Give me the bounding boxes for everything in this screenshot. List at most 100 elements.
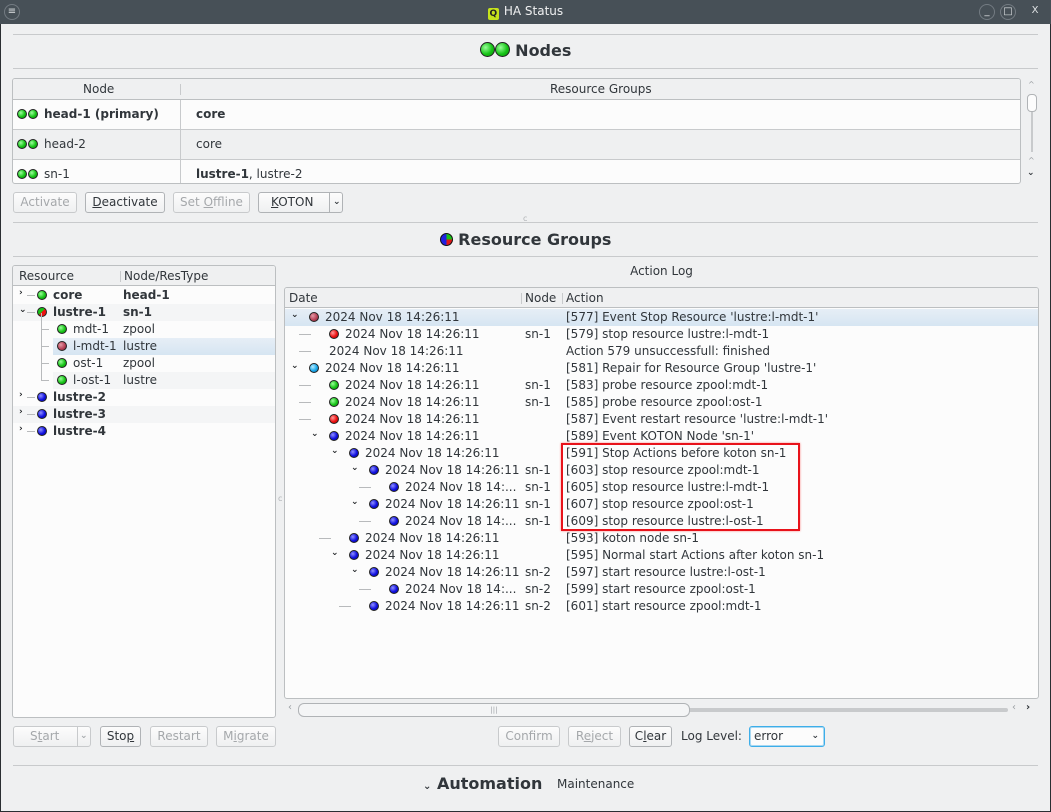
log-row[interactable]: ⌄ 2024 Nov 18 14:26:11 [581] Repair for Re… [285, 360, 1038, 377]
tree-item-mdt-1[interactable]: mdt-1 zpool [41, 313, 275, 338]
log-node: sn-1 [525, 395, 551, 409]
scroll-left-icon[interactable]: ‹ [288, 702, 292, 713]
chevron-down-icon[interactable]: ⌄ [291, 361, 299, 371]
log-row[interactable]: 2024 Nov 18 14:26:11 sn-1 [583] probe reso… [285, 377, 1038, 394]
log-action: [595] Normal start Actions after koton s… [566, 548, 825, 562]
log-level-label: Log Level: [681, 729, 742, 743]
restart-button[interactable]: Restart [150, 726, 208, 747]
column-header-date[interactable]: Date [289, 291, 318, 305]
scrollbar-handle[interactable] [1027, 94, 1037, 112]
log-node: sn-2 [525, 565, 551, 579]
confirm-button[interactable]: Confirm [498, 726, 560, 747]
tree-item-lustre-4[interactable]: › lustre-4 [13, 423, 275, 440]
log-node: sn-1 [525, 497, 551, 511]
chevron-down-icon: ⌄ [811, 731, 819, 741]
tab-maintenance[interactable]: Maintenance [557, 777, 634, 791]
migrate-button[interactable]: Migrate [216, 726, 276, 747]
log-node: sn-1 [525, 378, 551, 392]
column-header-node-restype[interactable]: Node/ResType [124, 269, 208, 283]
koton-button[interactable]: KOTON ⌄ [258, 192, 343, 213]
status-icon [57, 375, 67, 385]
node-status-icon [479, 42, 495, 57]
chevron-down-icon[interactable]: ⌄ [331, 548, 339, 558]
close-icon[interactable]: X [1027, 4, 1043, 20]
chevron-right-icon[interactable]: › [19, 424, 23, 434]
log-row[interactable]: 2024 Nov 18 14:26:11 sn-2 [601] start reso… [285, 598, 1038, 615]
resource-name: ost-1 [73, 356, 104, 370]
set-offline-button[interactable]: Set Offline [173, 192, 250, 213]
resource-group-other: , lustre-2 [248, 167, 303, 181]
status-icon [349, 550, 359, 560]
tree-item-l-ost-1[interactable]: l-ost-1 lustre [41, 364, 275, 389]
log-row[interactable]: 2024 Nov 18 14:26:11 sn-1 [579] stop resou… [285, 326, 1038, 343]
column-header-node[interactable]: Node [525, 291, 556, 305]
status-icon [329, 329, 339, 339]
status-icon [309, 363, 319, 373]
column-header-action[interactable]: Action [566, 291, 604, 305]
action-log-hscrollbar[interactable]: ‹ ||| ‹ › [286, 702, 1038, 718]
column-header-resource-groups[interactable]: Resource Groups [550, 82, 652, 96]
tree-item-lustre-3[interactable]: › lustre-3 [13, 406, 275, 423]
deactivate-button[interactable]: Deactivate [85, 192, 165, 213]
status-icon [57, 358, 67, 368]
column-header-resource[interactable]: Resource [19, 269, 74, 283]
scroll-up-icon[interactable]: ^ [1028, 156, 1035, 165]
tree-item-core[interactable]: › core head-1 [13, 287, 275, 304]
node-name: sn-1 [44, 167, 70, 181]
node-row[interactable]: head-1 (primary) core [13, 100, 1020, 130]
chevron-down-icon[interactable]: ⌄ [351, 463, 359, 473]
scroll-right-icon[interactable]: › [1026, 702, 1030, 713]
scroll-down-icon[interactable]: ⌄ [1027, 168, 1035, 178]
highlight-box [561, 443, 800, 531]
chevron-down-icon[interactable]: ⌄ [351, 497, 359, 507]
node-row[interactable]: head-2 core [13, 130, 1020, 160]
scroll-left-icon[interactable]: ‹ [1012, 702, 1016, 713]
chevron-down-icon[interactable]: ⌄ [80, 727, 88, 746]
tree-item-lustre-1[interactable]: ⌄ lustre-1 sn-1 [13, 304, 275, 321]
log-row[interactable]: 2024 Nov 18 14:26:11 sn-1 [585] probe reso… [285, 394, 1038, 411]
tree-item-lustre-2[interactable]: › lustre-2 [13, 389, 275, 406]
stop-button[interactable]: Stop [100, 726, 141, 747]
log-row[interactable]: ⌄ 2024 Nov 18 14:26:11 [577] Event Stop Re… [285, 309, 1038, 326]
log-row[interactable]: 2024 Nov 18 14:26:11 [587] Event restart … [285, 411, 1038, 428]
tree-item-ost-1[interactable]: ost-1 zpool [41, 347, 275, 372]
log-level-select[interactable]: error ⌄ [749, 726, 825, 747]
chevron-down-icon[interactable]: ⌄ [351, 565, 359, 575]
chevron-right-icon[interactable]: › [19, 390, 23, 400]
start-button[interactable]: Start ⌄ [13, 726, 91, 747]
chevron-down-icon[interactable]: ⌄ [19, 305, 27, 315]
log-row[interactable]: 2024 Nov 18 14:26:11 Action 579 unsuccess… [285, 343, 1038, 360]
divider [13, 765, 1038, 766]
status-icon [369, 601, 379, 611]
log-row[interactable]: ⌄ 2024 Nov 18 14:26:11 [595] Normal start … [285, 547, 1038, 564]
log-row[interactable]: ⌄ 2024 Nov 18 14:26:11 sn-2 [597] start res… [285, 564, 1038, 581]
hscrollbar-handle[interactable]: ||| [298, 703, 690, 717]
clear-button[interactable]: Clear [629, 726, 672, 747]
resource-group-active: lustre-1 [196, 167, 249, 181]
minimize-icon[interactable]: _ [979, 4, 995, 20]
node-row[interactable]: sn-1 lustre-1, lustre-2 [13, 160, 1020, 183]
chevron-down-icon[interactable]: ⌄ [291, 310, 299, 320]
chevron-right-icon[interactable]: › [19, 407, 23, 417]
log-node: sn-1 [525, 480, 551, 494]
log-row[interactable]: 2024 Nov 18 14:... sn-2 [599] start resour… [285, 581, 1038, 598]
chevron-down-icon[interactable]: ⌄ [311, 429, 319, 439]
tree-item-l-mdt-1[interactable]: l-mdt-1 lustre [41, 330, 275, 355]
reject-button[interactable]: Reject [568, 726, 621, 747]
log-date: 2024 Nov 18 14:26:11 [365, 531, 500, 545]
column-header-node[interactable]: Node [83, 82, 114, 96]
log-date: 2024 Nov 18 14:26:11 [345, 327, 480, 341]
nodes-scrollbar[interactable]: ^ ^ ⌄ [1025, 80, 1039, 184]
scroll-up-icon[interactable]: ^ [1028, 80, 1035, 89]
maximize-icon[interactable]: □ [1000, 4, 1016, 20]
chevron-right-icon[interactable]: › [19, 288, 23, 298]
activate-button[interactable]: Activate [13, 192, 77, 213]
tab-automation[interactable]: ⌄ Automation [423, 774, 542, 793]
vertical-splitter-handle[interactable]: c [278, 494, 282, 503]
chevron-down-icon[interactable]: ⌄ [333, 193, 341, 212]
chevron-down-icon[interactable]: ⌄ [331, 446, 339, 456]
node-status-icon [28, 139, 38, 149]
log-row[interactable]: 2024 Nov 18 14:26:11 [593] koton node sn-… [285, 530, 1038, 547]
status-icon [389, 584, 399, 594]
log-date: 2024 Nov 18 14:... [405, 514, 517, 528]
